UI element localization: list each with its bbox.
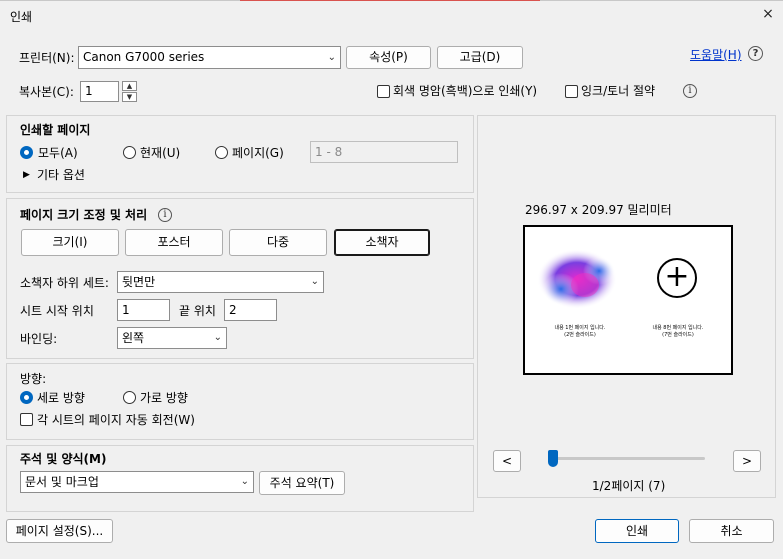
- advanced-button[interactable]: 고급(D): [437, 46, 523, 69]
- landscape-label: 가로 방향: [140, 391, 188, 405]
- chevron-down-icon: ⌄: [213, 332, 222, 343]
- preview-sheet: 내용 1번 페이지 입니다. (2번 슬라이드) + 내용 8번 페이지 입니다…: [523, 225, 733, 375]
- next-page-button[interactable]: >: [733, 450, 761, 472]
- expand-triangle-icon[interactable]: ▶: [23, 167, 30, 183]
- comments-heading: 주석 및 양식(M): [20, 452, 107, 466]
- grayscale-label: 회색 명암(흑백)으로 인쇄(Y): [393, 84, 538, 98]
- chevron-down-icon: ⌄: [310, 276, 319, 287]
- booklet-button[interactable]: 소책자: [334, 229, 430, 256]
- plus-icon: +: [657, 258, 697, 298]
- ink-save-checkbox[interactable]: [565, 85, 578, 98]
- sheets-from-label: 시트 시작 위치: [20, 304, 94, 318]
- printer-select-value: Canon G7000 series: [83, 50, 205, 64]
- page-setup-button[interactable]: 페이지 설정(S)...: [6, 519, 113, 543]
- copies-label: 복사본(C):: [19, 85, 74, 99]
- artwork-image: [537, 249, 617, 309]
- info-icon[interactable]: i: [158, 208, 172, 222]
- right-page-line2: (7번 슬라이드): [662, 332, 694, 338]
- pages-range-radio[interactable]: [215, 146, 228, 159]
- pages-current-radio[interactable]: [123, 146, 136, 159]
- chevron-down-icon: ⌄: [327, 52, 336, 63]
- page-sizing-heading: 페이지 크기 조정 및 처리: [20, 208, 148, 222]
- ink-save-label: 잉크/토너 절약: [581, 84, 656, 98]
- sheets-from-input[interactable]: 1: [117, 299, 170, 321]
- binding-label: 바인딩:: [20, 332, 58, 346]
- booklet-subset-label: 소책자 하위 세트:: [20, 276, 109, 290]
- page-slider-thumb[interactable]: [548, 450, 558, 467]
- copies-increment-icon[interactable]: ▲: [122, 81, 137, 91]
- copies-decrement-icon[interactable]: ▼: [122, 92, 137, 102]
- pages-current-label: 현재(U): [140, 146, 181, 160]
- portrait-radio[interactable]: [20, 391, 33, 404]
- chevron-down-icon: ⌄: [240, 476, 249, 487]
- pages-to-print-heading: 인쇄할 페이지: [20, 123, 91, 137]
- portrait-label: 세로 방향: [37, 391, 85, 405]
- left-page-line2: (2번 슬라이드): [564, 332, 596, 338]
- cancel-button[interactable]: 취소: [689, 519, 774, 543]
- pages-all-label: 모두(A): [38, 146, 78, 160]
- size-button[interactable]: 크기(I): [21, 229, 119, 256]
- landscape-radio[interactable]: [123, 391, 136, 404]
- sheets-to-label: 끝 위치: [179, 304, 216, 318]
- comments-summary-button[interactable]: 주석 요약(T): [259, 471, 345, 495]
- printer-select[interactable]: Canon G7000 series ⌄: [78, 46, 341, 69]
- copies-input[interactable]: 1: [80, 81, 119, 102]
- help-link[interactable]: 도움말(H): [690, 46, 742, 63]
- properties-button[interactable]: 속성(P): [346, 46, 431, 69]
- booklet-subset-value: 뒷면만: [122, 275, 156, 289]
- window-top-accent: [240, 0, 540, 1]
- pages-range-input[interactable]: 1 - 8: [310, 141, 458, 163]
- multiple-button[interactable]: 다중: [229, 229, 327, 256]
- prev-page-button[interactable]: <: [493, 450, 521, 472]
- grayscale-checkbox[interactable]: [377, 85, 390, 98]
- info-icon[interactable]: i: [683, 84, 697, 98]
- left-page-line1: 내용 1번 페이지 입니다.: [554, 325, 606, 331]
- auto-rotate-label: 각 시트의 페이지 자동 회전(W): [37, 413, 195, 427]
- pages-all-radio[interactable]: [20, 146, 33, 159]
- page-status: 1/2페이지 (7): [592, 479, 666, 493]
- comments-select[interactable]: 문서 및 마크업 ⌄: [20, 471, 254, 493]
- page-slider-track[interactable]: [550, 457, 705, 460]
- printer-label: 프린터(N):: [19, 51, 75, 65]
- more-options-label[interactable]: 기타 옵션: [37, 167, 85, 183]
- pages-range-label: 페이지(G): [232, 146, 284, 160]
- print-button[interactable]: 인쇄: [595, 519, 679, 543]
- help-icon[interactable]: ?: [748, 46, 763, 61]
- poster-button[interactable]: 포스터: [125, 229, 223, 256]
- close-icon[interactable]: ×: [757, 3, 779, 25]
- comments-value: 문서 및 마크업: [25, 475, 99, 489]
- right-page-line1: 내용 8번 페이지 입니다.: [652, 325, 704, 331]
- booklet-subset-select[interactable]: 뒷면만 ⌄: [117, 271, 324, 293]
- binding-select[interactable]: 왼쪽 ⌄: [117, 327, 227, 349]
- orientation-heading: 방향:: [20, 372, 47, 386]
- window-title: 인쇄: [10, 10, 33, 24]
- sheets-to-input[interactable]: 2: [224, 299, 277, 321]
- auto-rotate-checkbox[interactable]: [20, 413, 33, 426]
- preview-dimensions: 296.97 x 209.97 밀리미터: [525, 203, 672, 217]
- binding-value: 왼쪽: [122, 331, 145, 345]
